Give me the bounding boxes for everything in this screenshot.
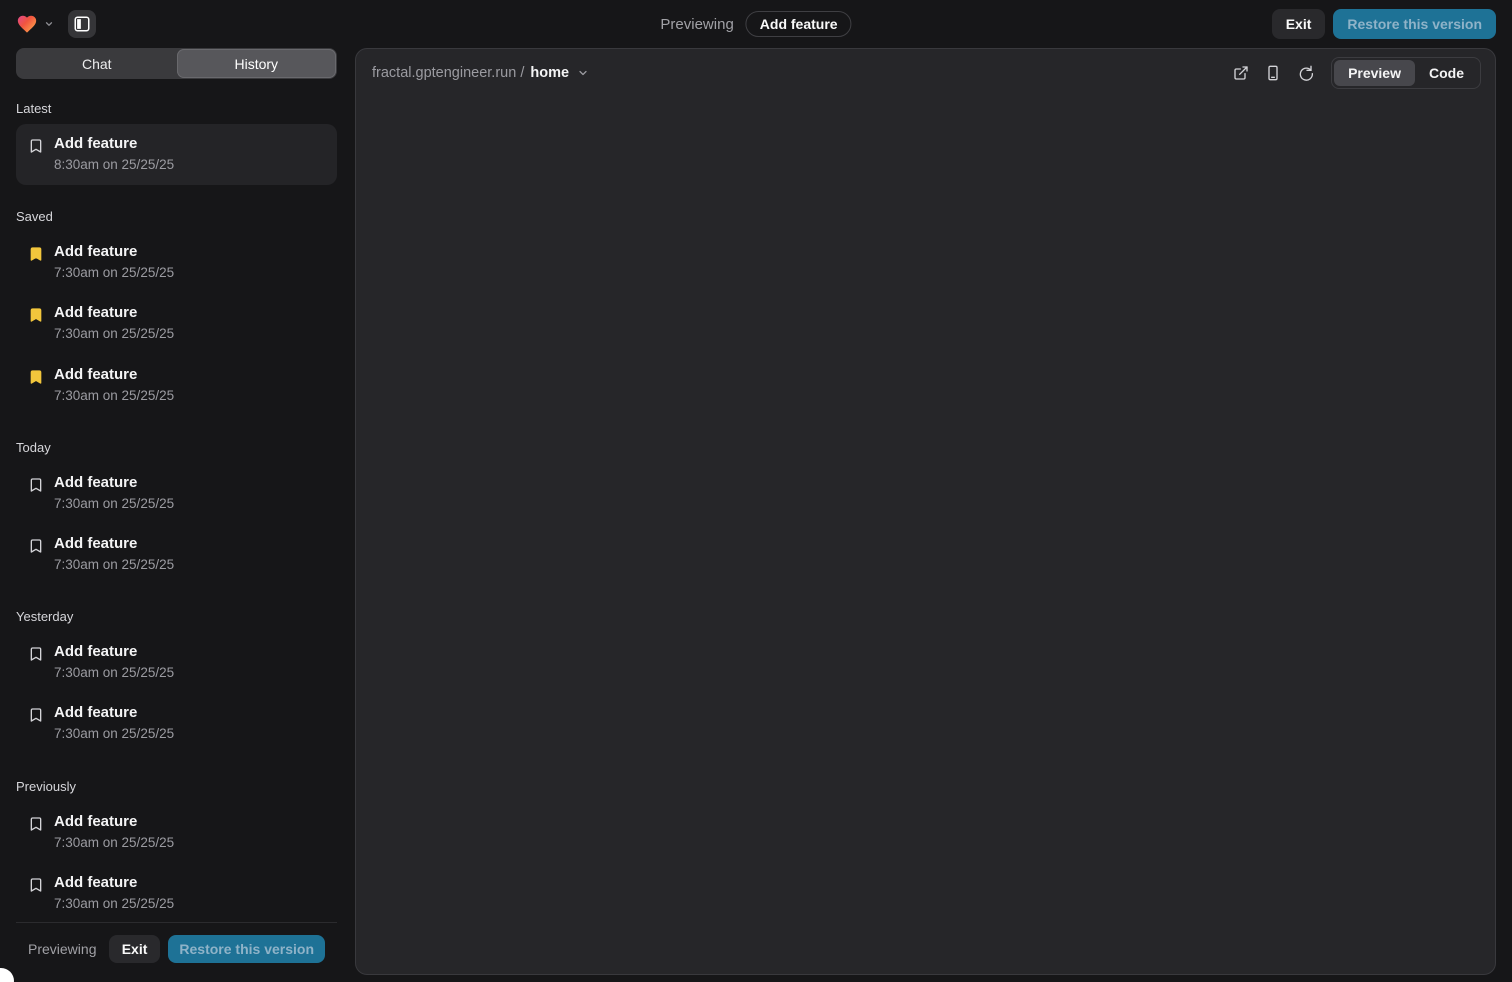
top-bar: Previewing Add feature Exit Restore this… [0, 0, 1512, 48]
history-item-title: Add feature [54, 643, 174, 661]
tab-chat[interactable]: Chat [17, 49, 177, 78]
tab-code[interactable]: Code [1415, 60, 1478, 86]
history-item-time: 7:30am on 25/25/25 [54, 265, 174, 281]
history-item-time: 7:30am on 25/25/25 [54, 665, 174, 681]
section-title-today: Today [16, 440, 337, 455]
topbar-actions: Exit Restore this version [1272, 9, 1496, 39]
history-item[interactable]: Add feature 7:30am on 25/25/25 [16, 524, 337, 585]
history-item-time: 7:30am on 25/25/25 [54, 896, 174, 912]
refresh-icon [1297, 65, 1313, 81]
preview-panel: fractal.gptengineer.run / home Preview C… [355, 48, 1496, 975]
history-item-time: 8:30am on 25/25/25 [54, 157, 174, 173]
corner-overlay-artifact [0, 968, 14, 982]
bookmark-filled-icon[interactable] [28, 246, 44, 262]
history-item-title: Add feature [54, 243, 174, 261]
refresh-button[interactable] [1291, 59, 1319, 87]
panel-left-icon [73, 15, 91, 33]
mobile-device-icon [1265, 65, 1281, 81]
tab-history[interactable]: History [177, 49, 337, 78]
bookmark-icon[interactable] [28, 877, 44, 893]
history-item-time: 7:30am on 25/25/25 [54, 726, 174, 742]
sidebar-footer: Previewing Exit Restore this version [16, 922, 337, 975]
exit-button[interactable]: Exit [1272, 9, 1326, 39]
previewing-label: Previewing [660, 16, 733, 33]
preview-header: fractal.gptengineer.run / home Preview C… [356, 49, 1495, 97]
version-badge[interactable]: Add feature [746, 11, 852, 37]
history-item-time: 7:30am on 25/25/25 [54, 557, 174, 573]
sidebar-toggle-button[interactable] [68, 10, 96, 38]
bookmark-filled-icon[interactable] [28, 369, 44, 385]
history-item[interactable]: Add feature 7:30am on 25/25/25 [16, 632, 337, 693]
open-external-button[interactable] [1227, 59, 1255, 87]
history-item[interactable]: Add feature 7:30am on 25/25/25 [16, 293, 337, 354]
history-item[interactable]: Add feature 8:30am on 25/25/25 [16, 124, 337, 185]
history-item-title: Add feature [54, 474, 174, 492]
history-item-time: 7:30am on 25/25/25 [54, 326, 174, 342]
preview-code-toggle: Preview Code [1331, 57, 1481, 89]
bookmark-icon[interactable] [28, 707, 44, 723]
url-domain: fractal.gptengineer.run / [372, 65, 524, 81]
mobile-view-button[interactable] [1259, 59, 1287, 87]
previewing-status-label: Previewing [28, 941, 96, 957]
bookmark-icon[interactable] [28, 477, 44, 493]
history-item-title: Add feature [54, 813, 174, 831]
bookmark-icon[interactable] [28, 816, 44, 832]
previewing-status-group: Previewing Add feature [660, 0, 851, 48]
history-item-title: Add feature [54, 366, 174, 384]
history-item-time: 7:30am on 25/25/25 [54, 388, 174, 404]
chevron-down-icon[interactable] [577, 67, 589, 79]
chat-history-tabs: Chat History [16, 48, 337, 79]
history-item-title: Add feature [54, 874, 174, 892]
section-title-previously: Previously [16, 779, 337, 794]
url-breadcrumb[interactable]: fractal.gptengineer.run / home [372, 65, 589, 81]
history-item[interactable]: Add feature 7:30am on 25/25/25 [16, 355, 337, 416]
preview-viewport[interactable] [356, 97, 1495, 974]
history-item-title: Add feature [54, 535, 174, 553]
history-item-title: Add feature [54, 704, 174, 722]
lovable-heart-logo[interactable] [16, 13, 38, 35]
section-title-saved: Saved [16, 209, 337, 224]
history-item-title: Add feature [54, 135, 174, 153]
history-item[interactable]: Add feature 7:30am on 25/25/25 [16, 863, 337, 922]
history-item[interactable]: Add feature 7:30am on 25/25/25 [16, 463, 337, 524]
section-title-yesterday: Yesterday [16, 609, 337, 624]
history-item[interactable]: Add feature 7:30am on 25/25/25 [16, 802, 337, 863]
restore-version-button[interactable]: Restore this version [168, 935, 325, 963]
history-item-title: Add feature [54, 304, 174, 322]
bookmark-icon[interactable] [28, 138, 44, 154]
topbar-left-group [16, 10, 96, 38]
bookmark-icon[interactable] [28, 646, 44, 662]
history-list[interactable]: Latest Add feature 8:30am on 25/25/25 Sa… [16, 79, 337, 922]
exit-button[interactable]: Exit [109, 935, 161, 963]
preview-actions: Preview Code [1227, 57, 1481, 89]
restore-version-button[interactable]: Restore this version [1333, 9, 1496, 39]
history-sidebar: Chat History Latest Add feature 8:30am o… [16, 48, 337, 975]
url-page: home [530, 65, 569, 81]
bookmark-icon[interactable] [28, 538, 44, 554]
tab-preview[interactable]: Preview [1334, 60, 1415, 86]
external-link-icon [1233, 65, 1249, 81]
history-item[interactable]: Add feature 7:30am on 25/25/25 [16, 693, 337, 754]
history-item-time: 7:30am on 25/25/25 [54, 496, 174, 512]
section-title-latest: Latest [16, 101, 337, 116]
history-item[interactable]: Add feature 7:30am on 25/25/25 [16, 232, 337, 293]
history-item-time: 7:30am on 25/25/25 [54, 835, 174, 851]
chevron-down-icon[interactable] [44, 19, 54, 29]
bookmark-filled-icon[interactable] [28, 307, 44, 323]
